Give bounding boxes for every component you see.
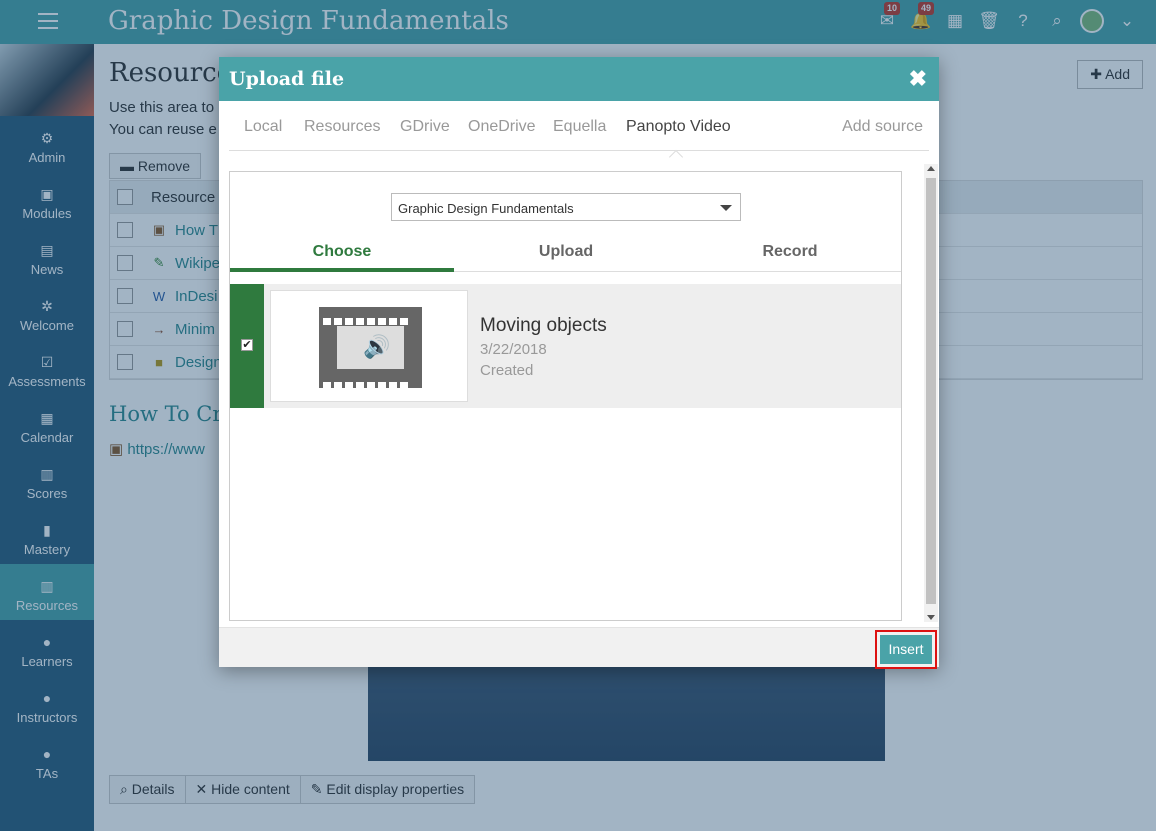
video-date: 3/22/2018 [480,341,547,358]
dialog-header: Upload file ✖ [219,57,939,101]
insert-highlight: Insert [875,630,937,669]
folder-select-value: Graphic Design Fundamentals [398,201,574,216]
video-status: Created [480,362,534,379]
dialog-footer: Insert [219,627,939,669]
tab-record[interactable]: Record [678,243,902,261]
video-list-item[interactable]: ✔ 🔊 Moving objects 3/22/2018 Created [230,284,901,408]
dialog-title: Upload file [229,68,345,90]
add-source-link[interactable]: Add source [842,118,923,136]
video-thumbnail: 🔊 [270,290,468,402]
upload-file-dialog: Upload file ✖ Local Resources GDrive One… [219,57,939,669]
scrollbar[interactable] [924,164,938,622]
tab-panopto-video[interactable]: Panopto Video [626,118,731,136]
insert-button[interactable]: Insert [880,635,932,664]
scroll-down-icon[interactable] [927,615,935,620]
selection-bar[interactable]: ✔ [230,284,264,408]
item-checkbox[interactable]: ✔ [241,339,253,351]
tab-local[interactable]: Local [244,118,282,136]
tab-resources[interactable]: Resources [304,118,380,136]
film-audio-icon: 🔊 [319,307,422,389]
scrollbar-thumb[interactable] [926,178,936,604]
source-tabs: Local Resources GDrive OneDrive Equella … [229,101,929,151]
panopto-sub-tabs: Choose Upload Record [230,236,901,272]
scroll-up-icon[interactable] [927,166,935,171]
caret-down-icon [720,205,732,211]
tab-choose[interactable]: Choose [230,243,454,272]
tab-equella[interactable]: Equella [553,118,606,136]
folder-select[interactable]: Graphic Design Fundamentals [391,193,741,221]
panopto-panel: Graphic Design Fundamentals Choose Uploa… [229,171,902,621]
tab-upload[interactable]: Upload [454,243,678,261]
close-icon[interactable]: ✖ [909,66,927,92]
video-name: Moving objects [480,315,607,336]
tab-onedrive[interactable]: OneDrive [468,118,536,136]
speaker-icon: 🔊 [363,334,391,359]
tab-gdrive[interactable]: GDrive [400,118,450,136]
